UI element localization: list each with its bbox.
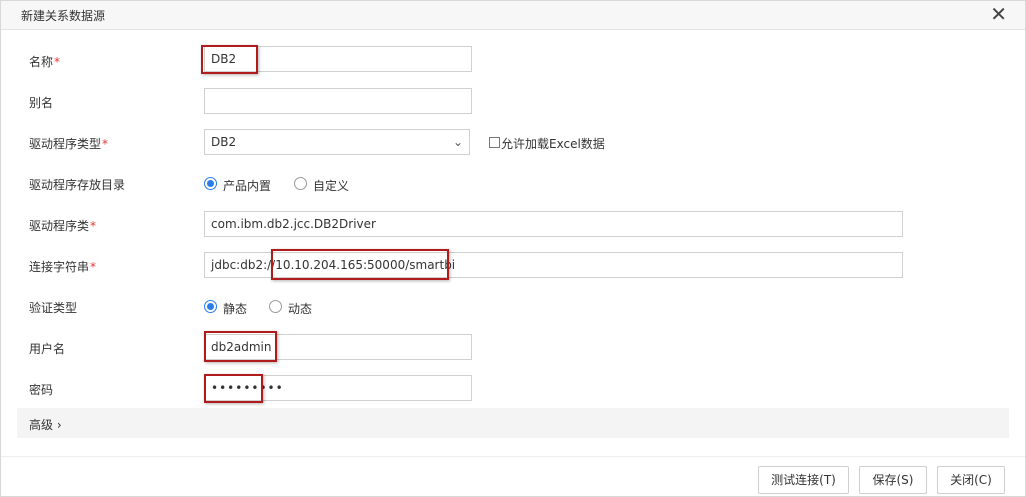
required-mark: * <box>54 55 61 69</box>
required-mark: * <box>90 260 97 274</box>
radio-dynamic-label: 动态 <box>288 302 313 316</box>
driver-dir-label: 驱动程序存放目录 <box>29 178 126 192</box>
required-mark: * <box>102 137 109 151</box>
allow-excel-checkbox[interactable] <box>489 137 500 148</box>
driver-type-select[interactable]: DB2 ⌄ <box>204 129 470 155</box>
radio-static-label: 静态 <box>223 302 248 316</box>
driver-class-input[interactable]: com.ibm.db2.jcc.DB2Driver <box>204 211 903 237</box>
close-button[interactable]: 关闭(C) <box>937 466 1005 494</box>
new-datasource-dialog: 新建关系数据源 ✕ 名称* DB2 别名 驱动程序类型* DB2 ⌄ 允许加载E… <box>0 0 1026 497</box>
advanced-section[interactable]: 高级 › <box>17 408 1009 438</box>
advanced-toggle[interactable]: 高级 › <box>29 416 62 433</box>
save-button[interactable]: 保存(S) <box>859 466 927 494</box>
password-input[interactable]: ••••••••• <box>204 375 472 401</box>
password-label: 密码 <box>29 383 54 397</box>
conn-string-input[interactable]: jdbc:db2://10.10.204.165:50000/smartbi <box>204 252 903 278</box>
radio-custom[interactable] <box>294 177 307 190</box>
radio-static[interactable] <box>204 300 217 313</box>
required-mark: * <box>90 219 97 233</box>
radio-custom-label: 自定义 <box>313 179 350 193</box>
auth-type-label: 验证类型 <box>29 301 78 315</box>
radio-dynamic[interactable] <box>269 300 282 313</box>
driver-type-label: 驱动程序类型* <box>29 137 109 151</box>
username-input[interactable]: db2admin <box>204 334 472 360</box>
test-connection-button[interactable]: 测试连接(T) <box>758 466 849 494</box>
name-input[interactable]: DB2 <box>204 46 472 72</box>
radio-builtin[interactable] <box>204 177 217 190</box>
chevron-down-icon: ⌄ <box>452 135 463 149</box>
driver-class-label: 驱动程序类* <box>29 219 97 233</box>
driver-type-value: DB2 <box>211 135 237 149</box>
radio-builtin-label: 产品内置 <box>223 179 272 193</box>
conn-string-label: 连接字符串* <box>29 260 97 274</box>
name-label: 名称* <box>29 55 61 69</box>
alias-input[interactable] <box>204 88 472 114</box>
footer-divider <box>1 456 1025 457</box>
close-icon[interactable]: ✕ <box>990 3 1007 25</box>
allow-excel-label: 允许加载Excel数据 <box>501 137 605 151</box>
title-bar: 新建关系数据源 ✕ <box>1 1 1025 30</box>
dialog-title: 新建关系数据源 <box>21 9 106 23</box>
alias-label: 别名 <box>29 96 54 110</box>
username-label: 用户名 <box>29 342 66 356</box>
